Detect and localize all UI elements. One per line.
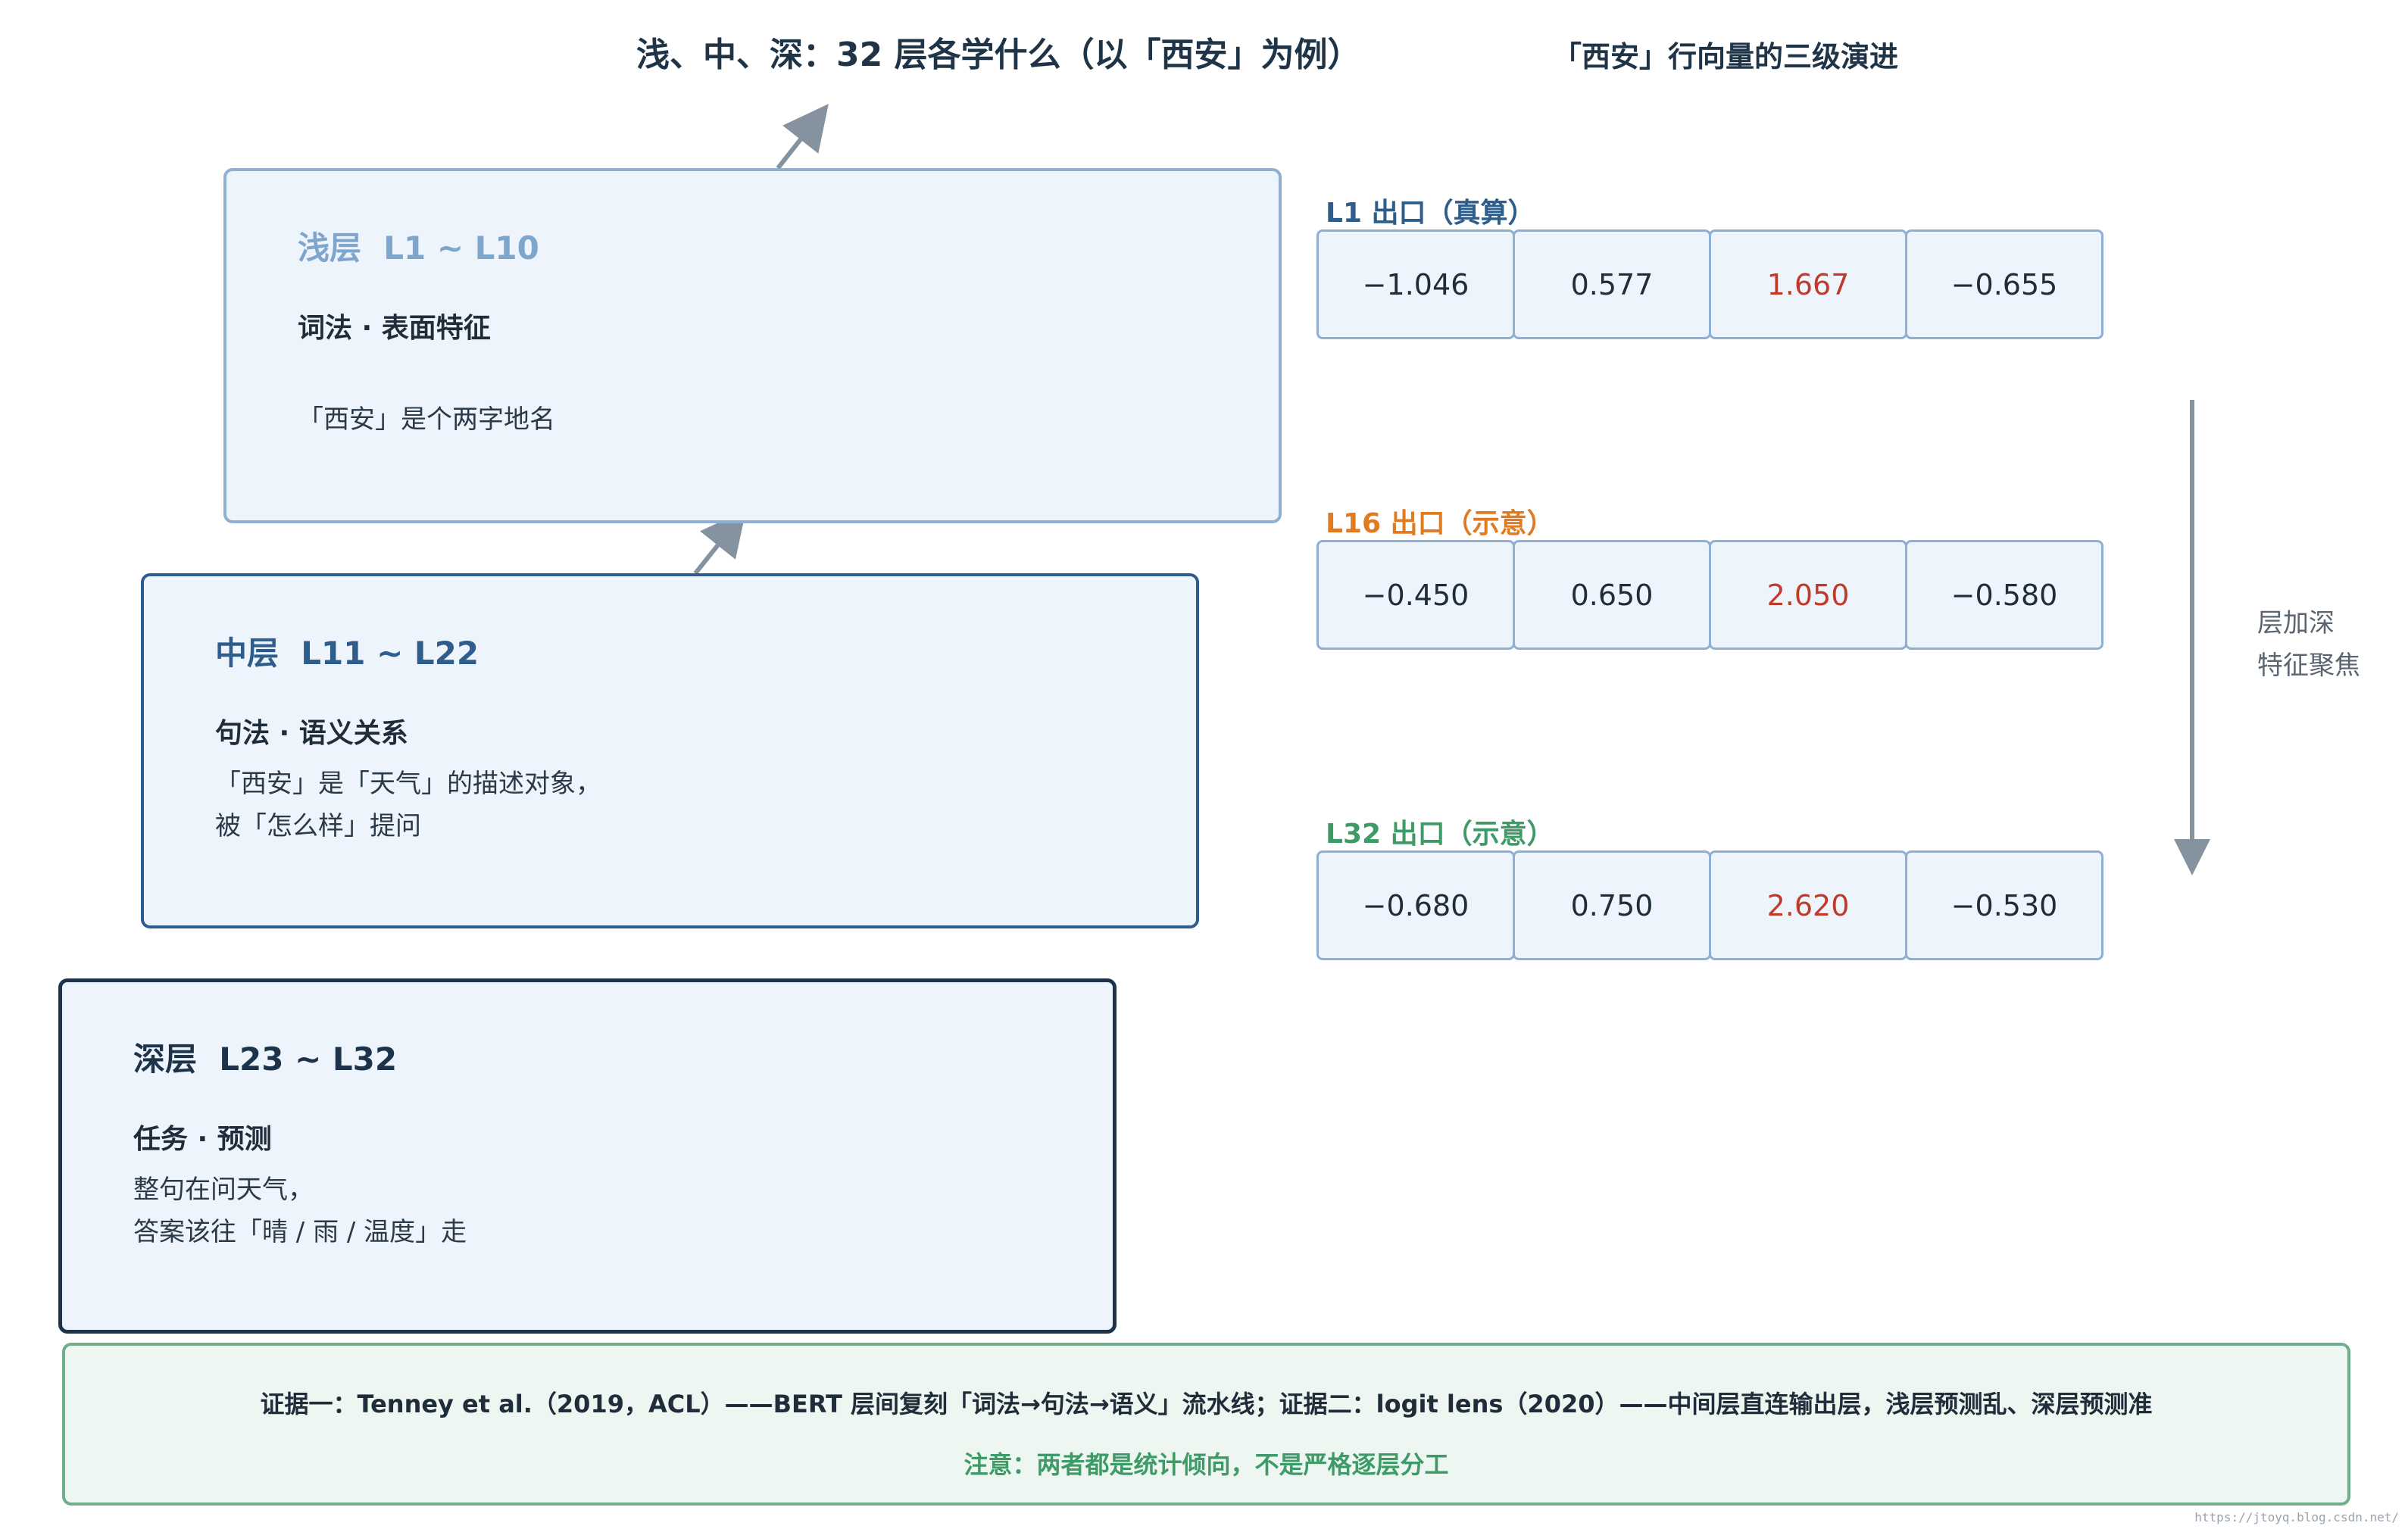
watermark: https://jtoyq.blog.csdn.net/ [2194, 1510, 2399, 1524]
vector-cell: 0.577 [1513, 229, 1711, 339]
vector-cell: −0.530 [1905, 850, 2103, 960]
layer-subtitle: 任务 · 预测 [133, 1124, 272, 1155]
evidence-box: 证据一：Tenney et al.（2019，ACL）——BERT 层间复刻「词… [62, 1343, 2350, 1506]
vector-label-l32: L32 出口（示意） [1326, 819, 1554, 850]
layer-description: 「西安」是个两字地名 [298, 398, 555, 441]
deepening-note: 层加深 特征聚焦 [2257, 602, 2360, 687]
layer-description-line: 「西安」是个两字地名 [298, 404, 555, 435]
vector-cell: 0.650 [1513, 540, 1711, 650]
vector-row-l16: −0.450 0.650 2.050 −0.580 [1316, 540, 2103, 650]
evidence-text: 证据一：Tenney et al.（2019，ACL）——BERT 层间复刻「词… [260, 1390, 2153, 1418]
vector-cell: −0.680 [1316, 850, 1515, 960]
arrow-shallow-to-top [776, 104, 829, 170]
layer-description-line: 「西安」是「天气」的描述对象， [215, 769, 601, 799]
vector-cell: −0.580 [1905, 540, 2103, 650]
layer-box-shallow: 浅层 L1 ~ L10 词法 · 表面特征 「西安」是个两字地名 [223, 168, 1282, 523]
vector-cell: 2.620 [1709, 850, 1907, 960]
layer-description-line: 被「怎么样」提问 [215, 811, 421, 841]
layer-subtitle: 句法 · 语义关系 [215, 718, 408, 749]
layer-box-middle: 中层 L11 ~ L22 句法 · 语义关系 「西安」是「天气」的描述对象， 被… [141, 573, 1199, 928]
vector-cell: 2.050 [1709, 540, 1907, 650]
layer-name: 深层 L23 ~ L32 [133, 1041, 398, 1078]
layer-box-deep: 深层 L23 ~ L32 任务 · 预测 整句在问天气， 答案该往「晴 / 雨 … [58, 978, 1117, 1334]
layer-description: 整句在问天气， 答案该往「晴 / 雨 / 温度」走 [133, 1169, 467, 1253]
deepening-note-line: 层加深 [2257, 608, 2335, 638]
layer-description-line: 答案该往「晴 / 雨 / 温度」走 [133, 1217, 467, 1247]
vector-row-l1: −1.046 0.577 1.667 −0.655 [1316, 229, 2103, 339]
vector-label-l1: L1 出口（真算） [1326, 198, 1535, 229]
layer-description: 「西安」是「天气」的描述对象， 被「怎么样」提问 [215, 763, 601, 847]
vector-cell: 1.667 [1709, 229, 1907, 339]
vector-cell: −1.046 [1316, 229, 1515, 339]
vector-label-l16: L16 出口（示意） [1326, 508, 1554, 539]
layer-name: 浅层 L1 ~ L10 [298, 229, 539, 267]
evidence-note: 注意：两者都是统计倾向，不是严格逐层分工 [964, 1450, 1449, 1479]
deepening-note-line: 特征聚焦 [2257, 651, 2360, 681]
arrow-middle-to-shallow [693, 510, 746, 575]
vector-cell: 0.750 [1513, 850, 1711, 960]
layer-name: 中层 L11 ~ L22 [215, 635, 479, 672]
layer-subtitle: 词法 · 表面特征 [298, 313, 491, 344]
vector-cell: −0.450 [1316, 540, 1515, 650]
vector-row-l32: −0.680 0.750 2.620 −0.530 [1316, 850, 2103, 960]
layer-description-line: 整句在问天气， [133, 1175, 314, 1205]
vector-cell: −0.655 [1905, 229, 2103, 339]
